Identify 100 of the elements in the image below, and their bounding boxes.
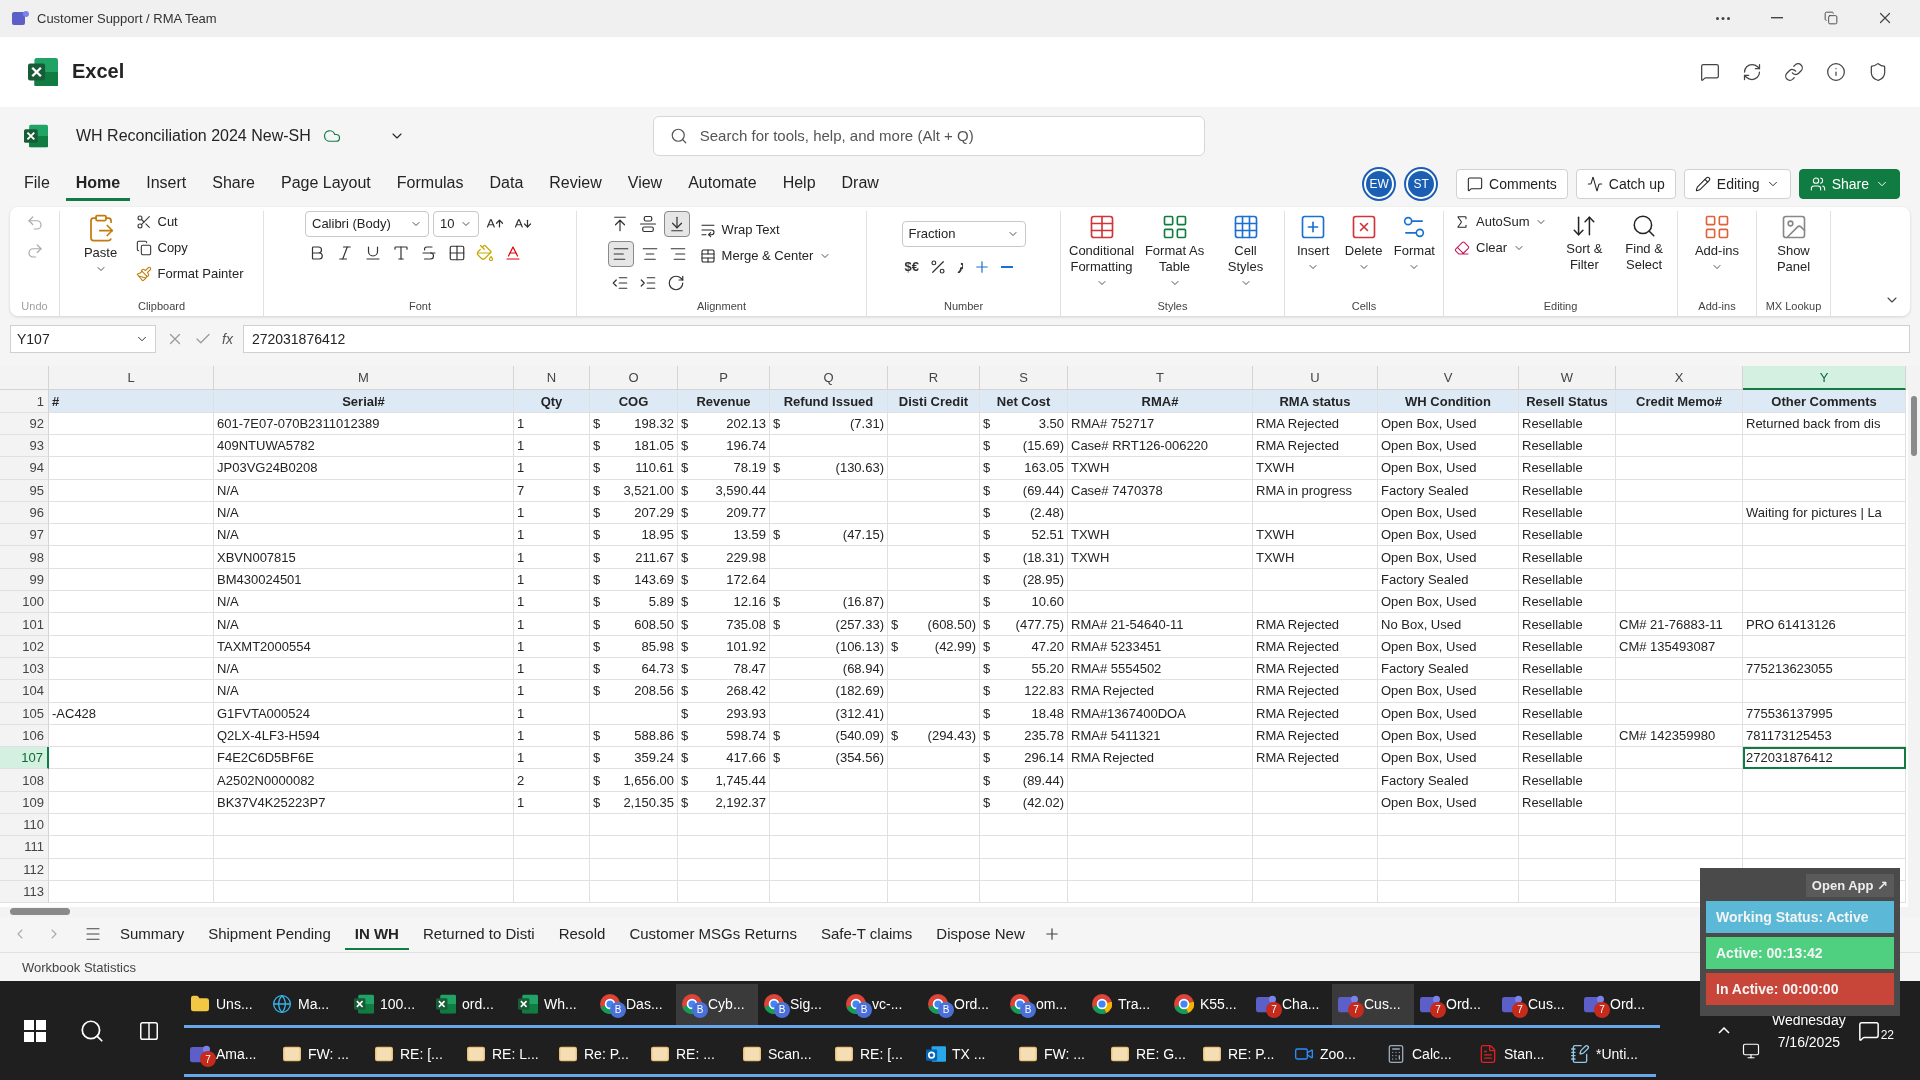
number-format-select[interactable]: Fraction [901, 220, 1026, 247]
merge-center-button[interactable]: Merge & Center [695, 244, 836, 267]
format-painter-button[interactable]: Format Painter [131, 262, 248, 285]
row-number[interactable]: 104 [0, 680, 49, 703]
taskbar-item[interactable]: Ma... [266, 983, 348, 1028]
ribbon-button[interactable]: Cell Styles [1213, 210, 1278, 291]
task-view-icon[interactable] [137, 1019, 160, 1042]
taskbar-item[interactable]: RE: G... [1104, 1033, 1196, 1078]
row-number[interactable]: 97 [0, 524, 49, 547]
menu-tab[interactable]: Help [772, 167, 826, 201]
paste-button[interactable]: Paste [75, 210, 126, 277]
taskbar-item[interactable]: ord... [430, 983, 512, 1028]
copy-button[interactable]: Copy [131, 236, 192, 259]
menu-tab[interactable]: Draw [831, 167, 889, 201]
taskbar-item[interactable]: 7 Ord... [1414, 983, 1496, 1028]
find-select-button[interactable]: Find & Select [1617, 210, 1671, 275]
sheet-tab[interactable]: Returned to Disti [412, 918, 545, 950]
taskbar-item[interactable]: Tra... [1086, 983, 1168, 1028]
taskbar-item[interactable]: 7 Ama... [184, 1033, 276, 1078]
sheet-tab[interactable]: IN WH [344, 918, 409, 950]
formula-field[interactable]: 272031876412 [242, 324, 1910, 353]
taskbar-item[interactable]: RE: P... [1196, 1033, 1288, 1078]
share-button[interactable]: Share [1798, 169, 1900, 200]
row-number[interactable]: 102 [0, 635, 49, 658]
row-number[interactable]: 105 [0, 702, 49, 725]
menu-tab[interactable]: Formulas [386, 167, 474, 201]
row-number[interactable]: 111 [0, 836, 49, 859]
row-number[interactable]: 112 [0, 858, 49, 881]
taskbar-item[interactable]: RE: ... [644, 1033, 736, 1078]
row-number[interactable]: 103 [0, 657, 49, 681]
row-number[interactable]: 94 [0, 457, 49, 480]
menu-tab[interactable]: Review [539, 167, 612, 201]
menu-tab[interactable]: Page Layout [270, 167, 381, 201]
row-number[interactable]: 100 [0, 591, 49, 614]
taskbar-item[interactable]: B Ord... [922, 983, 1004, 1028]
row-number[interactable]: 96 [0, 501, 49, 525]
row-number[interactable]: 95 [0, 479, 49, 502]
taskbar-item[interactable]: B Sig... [758, 983, 840, 1028]
taskbar-item[interactable]: Stan... [1472, 1033, 1564, 1078]
chevron-up-icon[interactable] [1718, 1027, 1730, 1034]
row-number[interactable]: 110 [0, 814, 49, 837]
taskbar-item[interactable]: Scan... [736, 1033, 828, 1078]
ribbon-button[interactable]: Conditional Formatting [1067, 210, 1137, 291]
notification-button[interactable]: 22 [1857, 1019, 1895, 1042]
currency-button[interactable]: $€ [901, 256, 922, 278]
row-number[interactable]: 93 [0, 435, 49, 458]
start-icon[interactable] [24, 1019, 47, 1042]
column-header[interactable]: Y [1743, 366, 1906, 391]
taskbar-item[interactable]: B vc-... [840, 983, 922, 1028]
row-number[interactable]: 1 [0, 390, 49, 413]
wrap-text-button[interactable]: Wrap Text [695, 218, 784, 241]
catchup-button[interactable]: Catch up [1575, 169, 1676, 200]
taskbar-item[interactable]: 7 Cus... [1332, 983, 1414, 1028]
taskbar-item[interactable]: 7 Ord... [1578, 983, 1660, 1028]
menu-tab[interactable]: Insert [136, 167, 197, 201]
taskbar-item[interactable]: B Cyb... [676, 983, 758, 1028]
align-bottom-button[interactable] [663, 210, 690, 237]
menu-tab[interactable]: Share [202, 167, 265, 201]
row-number[interactable]: 98 [0, 546, 49, 569]
cut-button[interactable]: Cut [131, 210, 182, 233]
menu-tab[interactable]: View [617, 167, 673, 201]
sheet-tab[interactable]: Resold [548, 918, 616, 950]
taskbar-item[interactable]: Calc... [1380, 1033, 1472, 1078]
taskbar-item[interactable]: 100... [348, 983, 430, 1028]
menu-tab[interactable]: Automate [678, 167, 767, 201]
sheet-tab[interactable]: Summary [110, 918, 195, 950]
clear-button[interactable]: Clear [1450, 236, 1530, 259]
sheet-tab[interactable]: Safe-T claims [810, 918, 923, 950]
sheet-tab[interactable]: Customer MSGs Returns [619, 918, 807, 950]
taskbar-item[interactable]: FW: ... [1012, 1033, 1104, 1078]
align-left-button[interactable] [607, 240, 634, 267]
search-icon[interactable] [79, 1017, 105, 1044]
font-size-select[interactable]: 10 [433, 210, 479, 237]
menu-tab[interactable]: Home [65, 167, 131, 201]
ribbon-button[interactable]: Format As Table [1142, 210, 1207, 291]
menu-tab[interactable]: File [14, 167, 60, 201]
taskbar-item[interactable]: Uns... [184, 983, 266, 1028]
taskbar-item[interactable]: Zoo... [1288, 1033, 1380, 1078]
ribbon-button[interactable]: Insert [1291, 210, 1336, 275]
taskbar-item[interactable]: 7 Cus... [1496, 983, 1578, 1028]
sort-filter-button[interactable]: Sort & Filter [1557, 210, 1612, 275]
taskbar-item[interactable]: Wh... [512, 983, 594, 1028]
row-number[interactable]: 101 [0, 613, 49, 636]
row-number[interactable]: 92 [0, 412, 49, 435]
taskbar-item[interactable]: K55... [1168, 983, 1250, 1028]
menu-tab[interactable]: Data [479, 167, 534, 201]
taskbar-item[interactable]: RE: L... [460, 1033, 552, 1078]
ribbon-button[interactable]: Add-ins [1684, 210, 1750, 275]
name-box[interactable]: Y107 [10, 324, 156, 353]
comments-button[interactable]: Comments [1456, 169, 1568, 200]
ribbon-button[interactable]: Delete [1341, 210, 1386, 275]
search-field[interactable]: Search for tools, help, and more (Alt + Q) [652, 115, 1205, 156]
row-number[interactable]: 108 [0, 769, 49, 792]
scrollbar-thumb[interactable] [10, 908, 70, 916]
row-number[interactable]: 113 [0, 880, 49, 904]
open-app-button[interactable]: Open App ↗ [1805, 874, 1894, 897]
taskbar-item[interactable]: *Unti... [1564, 1033, 1656, 1078]
row-number[interactable]: 106 [0, 724, 49, 748]
font-name-select[interactable]: Calibri (Body) [305, 210, 429, 237]
sheet-tab[interactable]: Dispose New [926, 918, 1035, 950]
